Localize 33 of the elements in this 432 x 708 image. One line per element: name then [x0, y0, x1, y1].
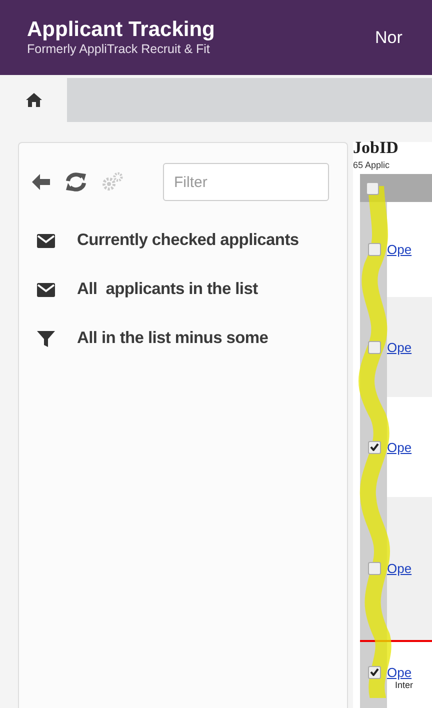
- menu-item[interactable]: Currently checked applicants: [77, 231, 299, 250]
- filter-field[interactable]: Filter: [163, 163, 329, 201]
- funnel-icon: [37, 330, 55, 346]
- menu-item[interactable]: All in the list minus some: [77, 329, 268, 348]
- row-checkbox[interactable]: [368, 666, 381, 678]
- applicant-count: 65 Applic: [353, 160, 391, 170]
- checkmark-icon: [370, 668, 379, 676]
- checkmark-icon: [370, 443, 379, 451]
- row-checkbox[interactable]: [368, 340, 381, 354]
- app-title: Applicant Tracking: [27, 18, 215, 42]
- refresh-button[interactable]: [65, 172, 87, 192]
- back-button[interactable]: [31, 173, 51, 191]
- applicant-link[interactable]: Ope: [387, 242, 412, 257]
- select-all-checkbox[interactable]: [366, 182, 379, 194]
- menu-item[interactable]: All applicants in the list: [77, 280, 258, 299]
- applicant-link[interactable]: Ope: [387, 340, 412, 354]
- applicant-link[interactable]: Ope: [387, 561, 412, 576]
- row-note: Inter: [395, 680, 414, 690]
- refresh-icon: [65, 172, 87, 192]
- app-subtitle: Formerly AppliTrack Recruit & Fit: [27, 42, 211, 57]
- applicant-link[interactable]: Ope: [387, 440, 412, 454]
- applicant-link[interactable]: Ope: [387, 664, 412, 680]
- row-checkbox[interactable]: [368, 243, 381, 256]
- job-title: JobID: [353, 138, 400, 158]
- envelope-icon: [37, 282, 55, 296]
- home-icon: [24, 92, 42, 108]
- header-text: Nor: [375, 28, 404, 48]
- row-checkbox[interactable]: [368, 562, 381, 575]
- back-arrow-icon: [31, 173, 51, 191]
- row-checkbox[interactable]: [368, 440, 381, 454]
- envelope-icon: [37, 234, 55, 248]
- home-tab[interactable]: [0, 78, 67, 122]
- gears-icon: [101, 172, 123, 192]
